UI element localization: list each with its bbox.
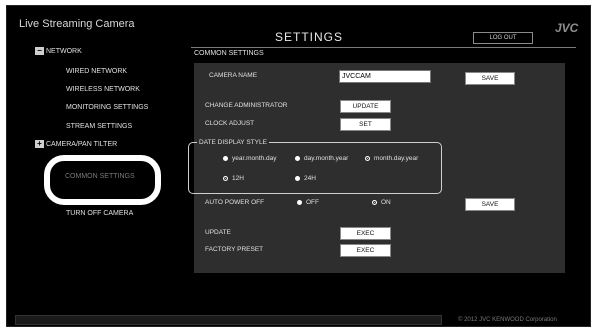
minus-box-icon: − xyxy=(35,47,44,55)
copyright-text: © 2012 JVC KENWOOD Corporation xyxy=(458,317,557,323)
update-administrator-button[interactable]: UPDATE xyxy=(340,100,391,113)
clock-adjust-label: CLOCK ADJUST xyxy=(205,120,255,127)
date-display-style-group xyxy=(188,142,442,194)
highlight-oval xyxy=(44,155,161,205)
radio-label: 12H xyxy=(232,175,244,182)
radio-selected-icon xyxy=(372,200,377,205)
radio-label: ON xyxy=(381,199,391,206)
page-title: SETTINGS xyxy=(275,30,344,44)
camera-name-input[interactable] xyxy=(339,70,431,83)
radio-24h[interactable]: 24H xyxy=(295,175,316,182)
radio-day-month-year[interactable]: day.month.year xyxy=(295,155,348,162)
radio-12h[interactable]: 12H xyxy=(223,175,244,182)
radio-selected-icon xyxy=(223,176,228,181)
radio-power-off[interactable]: OFF xyxy=(297,199,319,206)
sidebar-item-monitoring-settings[interactable]: MONITORING SETTINGS xyxy=(66,104,148,111)
sidebar-item-turn-off-camera[interactable]: TURN OFF CAMERA xyxy=(66,210,133,217)
radio-year-month-day[interactable]: year.month.day xyxy=(223,155,276,162)
sidebar-section-camera-pan-tilter[interactable]: + CAMERA/PAN TILTER xyxy=(35,140,117,148)
sidebar-section-network[interactable]: − NETWORK xyxy=(35,47,82,55)
set-clock-button[interactable]: SET xyxy=(340,118,391,131)
exec-update-button[interactable]: EXEC xyxy=(340,227,391,240)
radio-label: year.month.day xyxy=(232,155,277,162)
factory-preset-label: FACTORY PRESET xyxy=(205,246,264,253)
update-label: UPDATE xyxy=(205,229,231,236)
logout-button[interactable]: LOG OUT xyxy=(473,32,533,44)
save-power-button[interactable]: SAVE xyxy=(465,198,515,211)
sidebar-item-common-settings[interactable]: COMMON SETTINGS xyxy=(65,173,135,180)
jvc-logo: JVC xyxy=(555,21,579,35)
sidebar-section-label: NETWORK xyxy=(46,47,82,55)
sidebar-section-label: CAMERA/PAN TILTER xyxy=(46,140,118,148)
radio-dot-icon xyxy=(295,176,300,181)
app-title: Live Streaming Camera xyxy=(19,18,135,30)
radio-dot-icon xyxy=(223,156,228,161)
change-administrator-label: CHANGE ADMINISTRATOR xyxy=(205,102,288,109)
radio-dot-icon xyxy=(295,156,300,161)
radio-label: 24H xyxy=(304,175,316,182)
status-bar xyxy=(15,315,442,325)
radio-dot-icon xyxy=(297,200,302,205)
radio-label: day.month.year xyxy=(304,155,349,162)
date-display-style-legend: DATE DISPLAY STYLE xyxy=(197,139,269,146)
title-divider xyxy=(191,47,576,48)
radio-power-on[interactable]: ON xyxy=(372,199,391,206)
sidebar-item-wireless-network[interactable]: WIRELESS NETWORK xyxy=(66,86,140,93)
section-title: COMMON SETTINGS xyxy=(194,50,264,57)
sidebar-item-stream-settings[interactable]: STREAM SETTINGS xyxy=(66,123,132,130)
camera-name-label: CAMERA NAME xyxy=(209,72,258,79)
radio-selected-icon xyxy=(365,156,370,161)
sidebar-item-wired-network[interactable]: WIRED NETWORK xyxy=(66,68,127,75)
radio-label: OFF xyxy=(306,199,319,206)
app-window: Live Streaming Camera SETTINGS LOG OUT J… xyxy=(6,5,591,327)
save-camera-name-button[interactable]: SAVE xyxy=(465,72,515,85)
radio-month-day-year[interactable]: month.day.year xyxy=(365,155,418,162)
plus-box-icon: + xyxy=(35,140,44,148)
auto-power-off-label: AUTO POWER OFF xyxy=(205,199,265,206)
radio-label: month.day.year xyxy=(374,155,419,162)
exec-factory-preset-button[interactable]: EXEC xyxy=(340,244,391,257)
